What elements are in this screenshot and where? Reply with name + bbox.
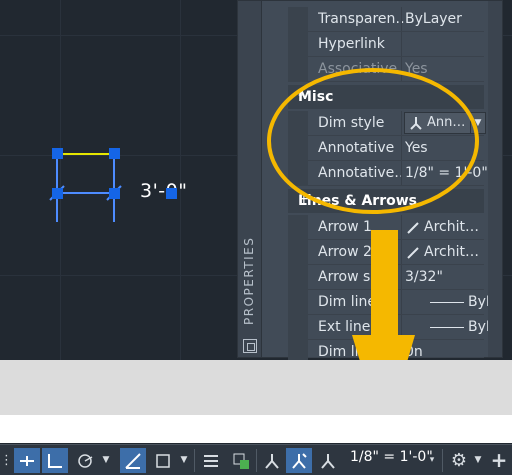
dim-style-dropdown[interactable]: Ann… ▼: [404, 112, 486, 134]
property-value: Yes: [405, 140, 428, 156]
property-row-dim-line[interactable]: Dim line… ByB…: [308, 290, 502, 315]
dimension-object[interactable]: [40, 140, 140, 230]
property-name: Dim style: [318, 115, 385, 131]
palette-title: PROPERTIES: [242, 236, 256, 325]
property-row-hyperlink[interactable]: Hyperlink: [308, 32, 484, 57]
dim-style-icon: [410, 117, 422, 130]
property-value: 3/32": [405, 269, 443, 285]
lineweight-icon: [430, 327, 464, 328]
lineweight-toggle-icon[interactable]: [198, 448, 224, 473]
chevron-down-icon[interactable]: ▼: [472, 448, 484, 473]
property-name: Hyperlink: [318, 36, 385, 52]
property-row-annotative-scale[interactable]: Annotative… 1/8" = 1'-0": [308, 161, 488, 186]
object-snap-icon[interactable]: [150, 448, 176, 473]
arrow-icon: [407, 247, 419, 259]
annotation-scale-icon[interactable]: [316, 448, 340, 473]
property-name: Arrow si…: [318, 269, 389, 285]
grip-square[interactable]: [109, 148, 120, 159]
property-row-annotative[interactable]: Annotative Yes: [308, 136, 484, 161]
add-icon[interactable]: +: [488, 448, 510, 473]
palette-settings-icon[interactable]: [243, 339, 257, 353]
grip-square[interactable]: [109, 188, 120, 199]
property-name: Associative: [318, 61, 398, 77]
chevron-down-icon[interactable]: ▾: [426, 448, 438, 473]
property-name: Arrow 2: [318, 244, 372, 260]
properties-palette: PROPERTIES Transparen… ByLayer Hyperlink…: [237, 0, 504, 365]
palette-title-strip[interactable]: PROPERTIES: [238, 1, 262, 357]
property-row-ext-line[interactable]: Ext line li… ByB…: [308, 315, 502, 340]
auto-scale-icon[interactable]: [286, 448, 312, 473]
arrow-icon: [407, 222, 419, 234]
dimension-text: 3'-0": [140, 180, 188, 202]
property-row-arrow-1[interactable]: Arrow 1 Archit…: [308, 215, 484, 240]
property-name: Dim li…: [318, 344, 373, 358]
property-value: ByLayer: [405, 11, 462, 27]
property-row-arrow-size[interactable]: Arrow si… 3/32": [308, 265, 484, 290]
text-grip[interactable]: [166, 188, 178, 200]
chevron-down-icon[interactable]: ▼: [178, 448, 190, 473]
ortho-mode-icon[interactable]: [42, 448, 68, 473]
property-value: 0n: [405, 344, 423, 358]
lineweight-icon: [430, 302, 464, 303]
property-name: Annotative…: [318, 165, 404, 181]
property-name: Transparen…: [318, 11, 404, 27]
dropdown-value: Ann…: [427, 115, 466, 130]
polar-tracking-icon[interactable]: [72, 448, 98, 473]
palette-scrollbar[interactable]: [488, 1, 502, 357]
expand-icon[interactable]: +: [298, 191, 480, 207]
statusbar-grip[interactable]: ⋮: [0, 448, 13, 473]
collapse-icon[interactable]: –: [298, 87, 480, 103]
section-misc[interactable]: Misc –: [288, 85, 484, 109]
annotation-visibility-icon[interactable]: [260, 448, 284, 473]
grip-square[interactable]: [52, 188, 63, 199]
selection-cycling-icon[interactable]: [228, 448, 254, 473]
property-row-transparency[interactable]: Transparen… ByLayer: [308, 7, 484, 32]
property-name: Annotative: [318, 140, 395, 156]
property-name: Dim line…: [318, 294, 391, 310]
chevron-down-icon[interactable]: ▼: [100, 448, 112, 473]
property-row-dim-line-partial[interactable]: Dim li… 0n: [308, 340, 484, 358]
isodraft-icon[interactable]: [120, 448, 146, 473]
property-row-arrow-2[interactable]: Arrow 2 Archit…: [308, 240, 484, 265]
section-lines-arrows[interactable]: Lines & Arrows +: [288, 189, 484, 213]
command-line-input[interactable]: [0, 415, 512, 443]
chevron-down-icon[interactable]: ▼: [470, 113, 485, 133]
properties-grid: Transparen… ByLayer Hyperlink Associativ…: [288, 1, 504, 365]
property-value: Yes: [405, 61, 428, 77]
property-name: Arrow 1: [318, 219, 372, 235]
status-bar: ⋮ ▼ ▼ 1/8" = 1'-0" ▾ ⚙ ▼ +: [0, 444, 512, 475]
property-name: Ext line li…: [318, 319, 397, 335]
property-row-associative[interactable]: Associative Yes: [308, 57, 484, 82]
grip-square[interactable]: [52, 148, 63, 159]
property-value: 1/8" = 1'-0": [405, 165, 488, 181]
gear-icon[interactable]: ⚙: [446, 448, 472, 473]
property-row-dim-style[interactable]: Dim style Ann… ▼: [308, 111, 486, 136]
annotation-scale-value[interactable]: 1/8" = 1'-0": [350, 449, 433, 465]
snap-mode-icon[interactable]: [14, 448, 40, 473]
